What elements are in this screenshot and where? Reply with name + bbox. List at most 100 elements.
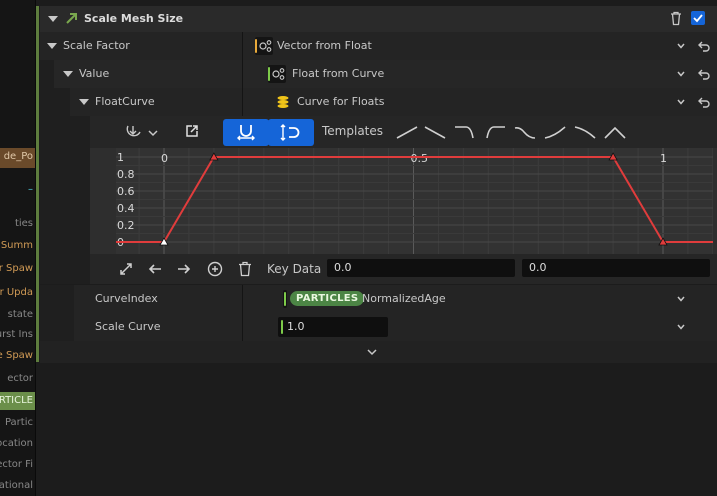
normalize-horizontal-button[interactable] — [223, 119, 269, 146]
scale-curve-label: Scale Curve — [95, 320, 161, 333]
y-tick-label: 1 — [117, 151, 124, 164]
expand-arrow-icon[interactable] — [47, 43, 57, 49]
checkmark-icon — [693, 14, 703, 23]
x-tick-label: 0.5 — [411, 152, 429, 165]
collapse-arrow-icon[interactable] — [48, 16, 58, 22]
expand-arrow-icon[interactable] — [63, 71, 73, 77]
y-tick-label: 0.4 — [117, 202, 135, 215]
type-indicator — [283, 290, 287, 308]
left-panel-item[interactable]: r Upda — [0, 284, 35, 302]
chevron-down-icon[interactable] — [677, 42, 685, 50]
reset-to-default-icon[interactable] — [698, 68, 710, 80]
template-ease-in-icon[interactable] — [484, 124, 506, 140]
curve-graph[interactable]: 1 0.8 0.6 0.4 0.2 0 0 0.5 1 — [116, 148, 713, 254]
left-panel-item[interactable]: otational — [0, 477, 35, 495]
normalize-vertical-button[interactable] — [268, 119, 314, 146]
scale-factor-label: Scale Factor — [63, 39, 130, 52]
curve-index-row: CurveIndex PARTICLES NormalizedAge — [40, 285, 717, 314]
template-smooth-step-down-icon[interactable] — [514, 124, 536, 140]
curve-index-label: CurveIndex — [95, 292, 158, 305]
indent-guide — [40, 313, 74, 341]
left-panel-item[interactable]: de_Po — [0, 148, 35, 168]
y-tick-label: 0.6 — [117, 185, 135, 198]
left-panel-item[interactable]: RTICLE — [0, 392, 35, 410]
left-panel-item[interactable]: urst Ins — [0, 326, 35, 344]
expand-arrow-icon[interactable] — [79, 99, 89, 105]
left-panel: de_Po – ties Summ r Spaw r Upda state ur… — [0, 0, 35, 496]
scale-factor-row: Scale Factor Vector from Float — [40, 32, 717, 61]
advanced-expander[interactable] — [40, 341, 717, 363]
y-tick-label: 0.2 — [117, 219, 135, 232]
indent-guide — [40, 254, 90, 284]
curve-index-value[interactable]: NormalizedAge — [362, 292, 446, 305]
curve-chart-svg[interactable]: 10.80.60.40.200 0.5 1 — [116, 148, 713, 254]
column-separator[interactable] — [242, 313, 243, 341]
value-row: Value Float from Curve — [40, 60, 717, 89]
indent-guide — [40, 60, 54, 88]
chevron-down-icon[interactable] — [148, 129, 158, 137]
reset-to-default-icon[interactable] — [698, 40, 710, 52]
next-key-icon[interactable] — [176, 261, 192, 277]
left-panel-item[interactable]: ocation — [0, 435, 35, 453]
reset-to-default-icon[interactable] — [698, 96, 710, 108]
left-panel-item[interactable]: e Spaw — [0, 347, 35, 365]
template-smooth-up-icon[interactable] — [544, 124, 566, 140]
scale-curve-value: 1.0 — [287, 320, 305, 333]
module-header[interactable]: Scale Mesh Size — [40, 6, 717, 33]
left-panel-item[interactable]: state — [0, 306, 35, 324]
template-smooth-down-icon[interactable] — [574, 124, 596, 140]
template-linear-up-icon[interactable] — [396, 124, 418, 140]
chevron-down-icon[interactable] — [677, 70, 685, 78]
dynamic-input-icon — [259, 40, 272, 52]
y-tick-label: 0.8 — [117, 168, 135, 181]
column-separator[interactable] — [242, 88, 243, 116]
chevron-down-icon[interactable] — [677, 98, 685, 106]
zoom-to-fit-icon[interactable] — [118, 261, 134, 277]
type-color-bar — [281, 320, 283, 334]
scale-factor-value[interactable]: Vector from Float — [277, 39, 372, 52]
module-color-bar — [36, 6, 39, 362]
scale-curve-row: Scale Curve 1.0 — [40, 313, 717, 342]
curve-stack-icon — [277, 96, 289, 108]
float-curve-label: FloatCurve — [95, 95, 155, 108]
left-panel-item[interactable]: Partic — [0, 414, 35, 432]
template-linear-down-icon[interactable] — [424, 124, 446, 140]
float-curve-row: FloatCurve Curve for Floats — [40, 88, 717, 117]
x-tick-label: 1 — [660, 152, 667, 165]
dynamic-input-icon — [272, 68, 285, 80]
enable-checkbox[interactable] — [691, 11, 705, 25]
left-panel-item[interactable]: ector Fi — [0, 456, 35, 474]
template-ease-out-icon[interactable] — [454, 124, 476, 140]
curve-view-options-icon[interactable] — [124, 123, 144, 141]
chevron-down-icon[interactable] — [367, 348, 377, 356]
key-time-input[interactable]: 0.0 — [327, 259, 515, 277]
column-separator[interactable] — [242, 60, 243, 88]
curve-toolbar: Templates — [40, 116, 717, 148]
type-color-bar — [255, 39, 257, 53]
vector-type-icon — [255, 37, 273, 55]
chevron-down-icon[interactable] — [677, 295, 685, 303]
open-external-icon[interactable] — [185, 124, 199, 138]
left-panel-item[interactable]: Summ — [0, 237, 35, 255]
key-data-label: Key Data — [267, 262, 322, 276]
left-panel-item[interactable]: ties — [0, 215, 35, 233]
delete-key-icon[interactable] — [237, 261, 253, 277]
left-panel-item[interactable]: r Spaw — [0, 260, 35, 278]
column-separator[interactable] — [242, 32, 243, 60]
left-panel-item[interactable]: – — [0, 181, 35, 199]
trash-icon[interactable] — [669, 11, 683, 26]
scale-curve-input[interactable]: 1.0 — [278, 317, 388, 337]
left-panel-item[interactable]: ector — [0, 370, 35, 388]
chevron-down-icon[interactable] — [677, 323, 685, 331]
value-value[interactable]: Float from Curve — [292, 67, 384, 80]
float-curve-value[interactable]: Curve for Floats — [297, 95, 384, 108]
indent-guide — [40, 148, 90, 254]
key-value-input[interactable]: 0.0 — [522, 259, 710, 277]
float-type-icon — [268, 65, 286, 83]
column-separator[interactable] — [242, 285, 243, 313]
type-color-bar — [284, 292, 286, 306]
add-key-icon[interactable] — [207, 261, 223, 277]
value-label: Value — [79, 67, 110, 80]
previous-key-icon[interactable] — [147, 261, 163, 277]
template-bell-icon[interactable] — [604, 124, 626, 140]
